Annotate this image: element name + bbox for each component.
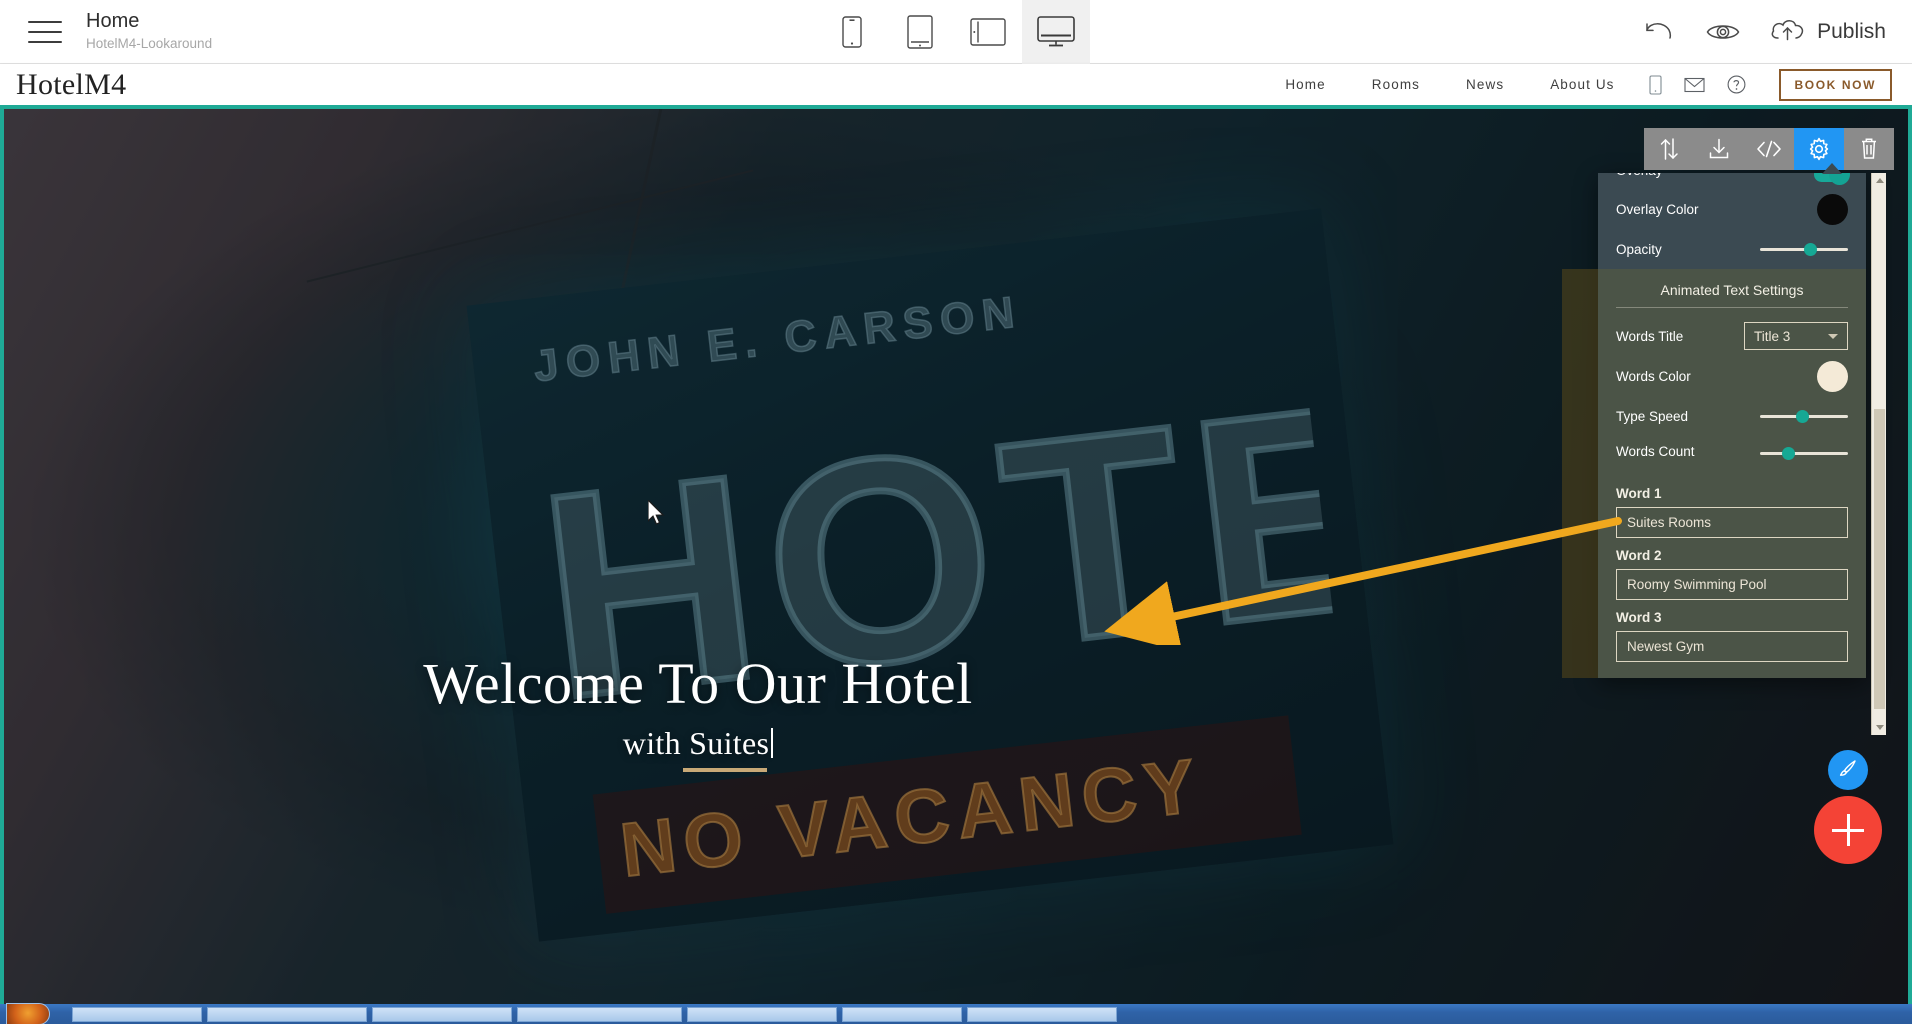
panel-pointer-caret <box>1822 163 1842 174</box>
type-speed-slider-knob[interactable] <box>1795 410 1809 423</box>
eye-icon[interactable] <box>1705 14 1741 50</box>
words-count-label: Words Count <box>1616 444 1726 459</box>
words-title-value: Title 3 <box>1754 328 1791 344</box>
start-button[interactable] <box>6 1003 50 1024</box>
taskbar-item[interactable] <box>72 1006 202 1022</box>
nav-item-about-us[interactable]: About Us <box>1550 77 1614 92</box>
words-color-row: Words Color <box>1598 356 1866 396</box>
help-icon[interactable] <box>1727 75 1746 94</box>
add-block-button[interactable] <box>1814 796 1882 864</box>
editor-top-bar: Home HotelM4-Lookaround Publish <box>0 0 1912 64</box>
envelope-icon[interactable] <box>1683 77 1705 93</box>
overlay-toggle-row: Overlay <box>1598 173 1866 189</box>
section-divider <box>1616 307 1848 308</box>
words-title-label: Words Title <box>1616 328 1684 344</box>
nav-item-rooms[interactable]: Rooms <box>1372 77 1420 92</box>
settings-panel-scrollbar[interactable] <box>1871 173 1886 735</box>
device-tablet-landscape-button[interactable] <box>954 0 1022 64</box>
scroll-up-arrow-icon[interactable] <box>1876 178 1884 183</box>
editor-window: Home HotelM4-Lookaround Publish HotelM4 … <box>0 0 1912 1024</box>
publish-label: Publish <box>1817 20 1886 43</box>
cloud-upload-icon <box>1769 17 1807 48</box>
mouse-cursor <box>647 498 665 530</box>
word3-input[interactable] <box>1616 631 1848 662</box>
word1-label: Word 1 <box>1616 486 1662 501</box>
trash-icon[interactable] <box>1844 128 1894 170</box>
scroll-down-arrow-icon[interactable] <box>1876 725 1884 730</box>
taskbar-item[interactable] <box>687 1006 837 1022</box>
opacity-row: Opacity <box>1598 229 1866 269</box>
words-title-select[interactable]: Title 3 <box>1744 322 1848 350</box>
chevron-down-icon <box>1828 333 1838 339</box>
block-highlight-left <box>0 105 4 1024</box>
arrows-up-down-icon[interactable] <box>1644 128 1694 170</box>
nav-item-home[interactable]: Home <box>1285 77 1325 92</box>
device-mobile-button[interactable] <box>818 0 886 64</box>
overlay-color-row: Overlay Color <box>1598 189 1866 229</box>
words-count-slider-knob[interactable] <box>1781 447 1795 460</box>
site-brand[interactable]: HotelM4 <box>16 68 126 102</box>
publish-button[interactable]: Publish <box>1769 17 1886 48</box>
taskbar-item[interactable] <box>517 1006 682 1022</box>
words-count-slider[interactable] <box>1760 446 1848 460</box>
device-tablet-portrait-button[interactable] <box>886 0 954 64</box>
words-count-label-text: Words Count <box>1616 444 1695 459</box>
overlay-color-swatch[interactable] <box>1817 193 1848 225</box>
overlay-label: Overlay <box>1616 173 1663 178</box>
words-color-swatch[interactable] <box>1817 360 1848 392</box>
type-speed-label: Type Speed <box>1616 408 1689 424</box>
hamburger-icon[interactable] <box>28 20 62 43</box>
type-speed-row: Type Speed <box>1598 396 1866 436</box>
page-title: Home <box>86 9 140 32</box>
opacity-slider-knob[interactable] <box>1803 243 1817 256</box>
type-speed-slider[interactable] <box>1760 409 1848 423</box>
nav-item-news[interactable]: News <box>1466 77 1504 92</box>
site-name-label: HotelM4-Lookaround <box>86 35 213 51</box>
word3-label: Word 3 <box>1616 610 1662 625</box>
overlay-color-label: Overlay Color <box>1616 201 1699 217</box>
book-now-button[interactable]: BOOK NOW <box>1778 68 1892 101</box>
taskbar-item[interactable] <box>967 1006 1117 1022</box>
block-toolbar <box>1644 128 1894 170</box>
block-highlight-top <box>0 105 1912 109</box>
opacity-slider[interactable] <box>1760 242 1848 256</box>
page-meta: Home HotelM4-Lookaround <box>86 10 212 53</box>
block-settings-panel: Overlay Overlay Color Opacity Animated T… <box>1562 173 1866 678</box>
word1-input[interactable] <box>1616 507 1848 538</box>
scrollbar-thumb[interactable] <box>1874 409 1885 709</box>
os-taskbar <box>0 1003 1912 1024</box>
word2-label: Word 2 <box>1616 548 1662 563</box>
animated-text-heading: Animated Text Settings <box>1660 282 1804 298</box>
taskbar-item[interactable] <box>372 1006 512 1022</box>
device-preview-group <box>818 0 1090 64</box>
block-highlight-right <box>1908 105 1912 1024</box>
word2-input[interactable] <box>1616 569 1848 600</box>
undo-icon[interactable] <box>1641 14 1677 50</box>
words-count-slider-track <box>1760 452 1848 455</box>
brush-icon <box>1838 758 1858 783</box>
words-title-row: Words Title Title 3 <box>1598 316 1866 356</box>
taskbar-item[interactable] <box>842 1006 962 1022</box>
device-desktop-button[interactable] <box>1022 0 1090 64</box>
code-icon[interactable] <box>1744 128 1794 170</box>
editor-actions: Publish <box>1641 0 1886 64</box>
words-count-row: Words Count <box>1598 436 1866 476</box>
animated-text-settings-section: Animated Text Settings Words Title Title… <box>1562 269 1866 678</box>
style-brush-button[interactable] <box>1828 750 1868 790</box>
overlay-toggle[interactable] <box>1814 173 1850 185</box>
words-color-label: Words Color <box>1616 368 1691 384</box>
site-nav-right: Home Rooms News About Us BOOK NOW <box>1262 68 1892 101</box>
site-navbar: HotelM4 Home Rooms News About Us BOOK NO… <box>0 64 1912 105</box>
download-icon[interactable] <box>1694 128 1744 170</box>
opacity-label: Opacity <box>1616 241 1662 257</box>
taskbar-item[interactable] <box>207 1006 367 1022</box>
animated-section-wing <box>1562 269 1598 678</box>
phone-icon[interactable] <box>1648 74 1662 95</box>
